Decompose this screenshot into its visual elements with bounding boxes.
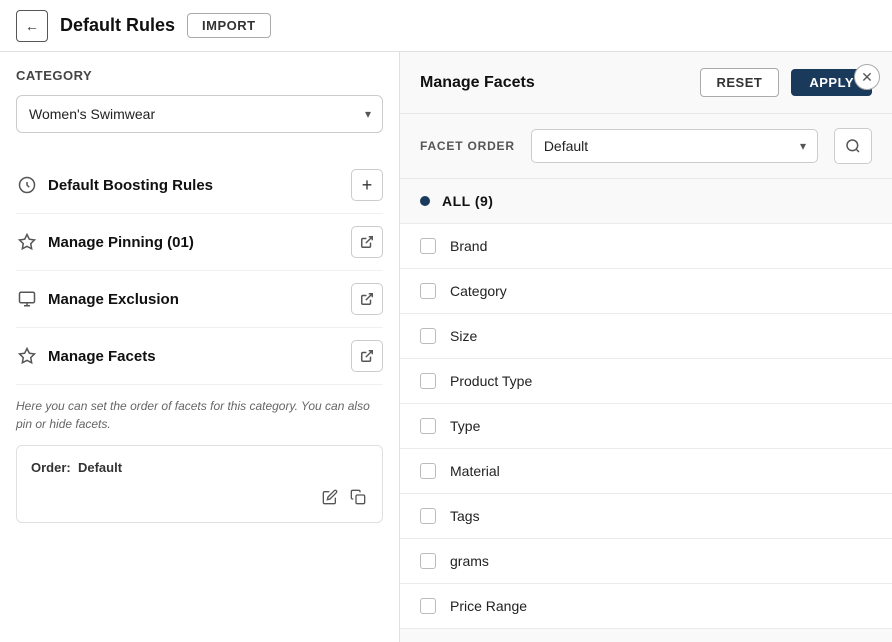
reset-button[interactable]: RESET [700, 68, 780, 97]
active-dot [420, 196, 430, 206]
facet-row-brand: Brand [400, 224, 892, 269]
category-select-wrapper: Women's SwimwearMen's SwimwearKids Swimw… [16, 95, 383, 133]
facet-name-price-range: Price Range [450, 598, 527, 614]
facet-order-select-wrapper: DefaultAlphabeticalCount ▾ [531, 129, 818, 163]
facet-row-category: Category [400, 269, 892, 314]
close-button[interactable]: ✕ [854, 64, 880, 90]
facet-checkbox-material[interactable] [420, 463, 436, 479]
order-card: Order: Default [16, 445, 383, 523]
order-card-actions [31, 487, 368, 512]
pinning-icon [16, 231, 38, 253]
facet-row-grams: grams [400, 539, 892, 584]
panel-header: Manage Facets RESET APPLY [400, 52, 892, 114]
facets-icon [16, 345, 38, 367]
facet-row-product-type: Product Type [400, 359, 892, 404]
all-label: ALL (9) [442, 193, 493, 209]
nav-item-pinning[interactable]: Manage Pinning (01) [16, 214, 383, 271]
app-header: ← Default Rules IMPORT [0, 0, 892, 52]
facet-checkbox-size[interactable] [420, 328, 436, 344]
facet-order-select[interactable]: DefaultAlphabeticalCount [531, 129, 818, 163]
facet-row-price-range: Price Range [400, 584, 892, 629]
category-label: Category [16, 68, 383, 83]
facet-checkbox-price-range[interactable] [420, 598, 436, 614]
boosting-label: Default Boosting Rules [48, 177, 341, 194]
import-button[interactable]: IMPORT [187, 13, 271, 38]
facet-name-category: Category [450, 283, 507, 299]
facet-name-grams: grams [450, 553, 489, 569]
back-button[interactable]: ← [16, 10, 48, 42]
edit-order-button[interactable] [320, 487, 340, 512]
main-layout: Category Women's SwimwearMen's SwimwearK… [0, 52, 892, 642]
boosting-icon [16, 174, 38, 196]
open-exclusion-button[interactable] [351, 283, 383, 315]
nav-item-exclusion[interactable]: Manage Exclusion [16, 271, 383, 328]
copy-order-button[interactable] [348, 487, 368, 512]
facet-name-product-type: Product Type [450, 373, 532, 389]
facet-all-row[interactable]: ALL (9) [400, 179, 892, 224]
facet-order-label: FACET ORDER [420, 139, 515, 153]
facet-name-size: Size [450, 328, 477, 344]
facet-checkbox-brand[interactable] [420, 238, 436, 254]
nav-item-facets[interactable]: Manage Facets [16, 328, 383, 385]
facet-name-type: Type [450, 418, 480, 434]
nav-item-boosting[interactable]: Default Boosting Rules + [16, 157, 383, 214]
facet-checkbox-grams[interactable] [420, 553, 436, 569]
exclusion-label: Manage Exclusion [48, 291, 341, 308]
facet-row-size: Size [400, 314, 892, 359]
right-panel: ✕ Manage Facets RESET APPLY FACET ORDER … [400, 52, 892, 642]
page-title: Default Rules [60, 15, 175, 36]
facet-name-material: Material [450, 463, 500, 479]
open-facets-button[interactable] [351, 340, 383, 372]
facet-row-type: Type [400, 404, 892, 449]
exclusion-icon [16, 288, 38, 310]
facet-name-tags: Tags [450, 508, 480, 524]
back-icon: ← [25, 18, 39, 34]
facet-row-material: Material [400, 449, 892, 494]
search-facets-button[interactable] [834, 128, 872, 164]
facet-checkbox-type[interactable] [420, 418, 436, 434]
facet-name-brand: Brand [450, 238, 487, 254]
facet-checkbox-product-type[interactable] [420, 373, 436, 389]
category-select[interactable]: Women's SwimwearMen's SwimwearKids Swimw… [16, 95, 383, 133]
facet-order-row: FACET ORDER DefaultAlphabeticalCount ▾ [400, 114, 892, 179]
order-row: Order: Default [31, 460, 368, 475]
pinning-label: Manage Pinning (01) [48, 234, 341, 251]
facet-checkbox-category[interactable] [420, 283, 436, 299]
open-pinning-button[interactable] [351, 226, 383, 258]
panel-title: Manage Facets [420, 74, 688, 92]
facets-label: Manage Facets [48, 348, 341, 365]
left-panel: Category Women's SwimwearMen's SwimwearK… [0, 52, 400, 642]
facet-checkbox-tags[interactable] [420, 508, 436, 524]
facets-info: Here you can set the order of facets for… [16, 397, 383, 433]
facet-list: ALL (9) Brand Category Size Product Type [400, 179, 892, 642]
add-boosting-button[interactable]: + [351, 169, 383, 201]
facet-row-tags: Tags [400, 494, 892, 539]
